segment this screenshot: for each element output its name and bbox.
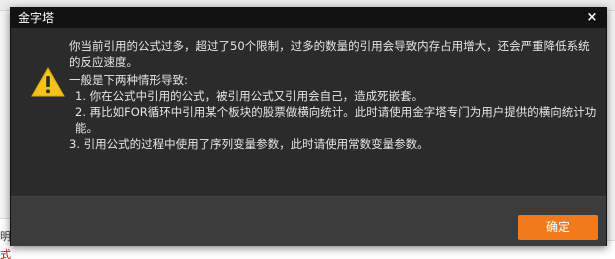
message-item-2: 2. 再比如FOR循环中引用某个板块的股票做横向统计。此时请使用金字塔专门为用户… bbox=[75, 105, 597, 135]
message-item-1: 1. 你在公式中引用的公式，被引用公式又引用会自己，造成死嵌套。 bbox=[75, 89, 424, 103]
background-label: 式 bbox=[0, 248, 11, 259]
dialog-title: 金字塔 bbox=[18, 11, 55, 25]
message-intro: 你当前引用的公式过多，超过了50个限制，过多的数量的引用会导致内存占用增大，还会… bbox=[69, 39, 590, 69]
dialog-title-bar[interactable]: 金字塔 × bbox=[11, 8, 606, 28]
dialog-footer: 确定 bbox=[11, 196, 606, 246]
ok-button[interactable]: 确定 bbox=[518, 215, 598, 240]
alert-dialog: 金字塔 × 你当前引用的公式过多，超过了50个限制，过多的数量的引用会导致内存占… bbox=[10, 7, 607, 246]
dialog-message: 你当前引用的公式过多，超过了50个限制，过多的数量的引用会导致内存占用增大，还会… bbox=[69, 38, 599, 152]
message-item-3: 3. 引用公式的过程中使用了序列变量参数，此时请使用常数变量参数。 bbox=[69, 137, 429, 151]
close-button[interactable]: × bbox=[584, 8, 600, 28]
screen: 明 式 金字塔 × 你当前引用的公式过多，超过了50个限制，过多的数量的引用会导… bbox=[0, 0, 615, 259]
warning-icon bbox=[31, 66, 65, 97]
message-lead: 一般是下两种情形导致: bbox=[69, 73, 188, 87]
dialog-content: 你当前引用的公式过多，超过了50个限制，过多的数量的引用会导致内存占用增大，还会… bbox=[11, 28, 606, 196]
